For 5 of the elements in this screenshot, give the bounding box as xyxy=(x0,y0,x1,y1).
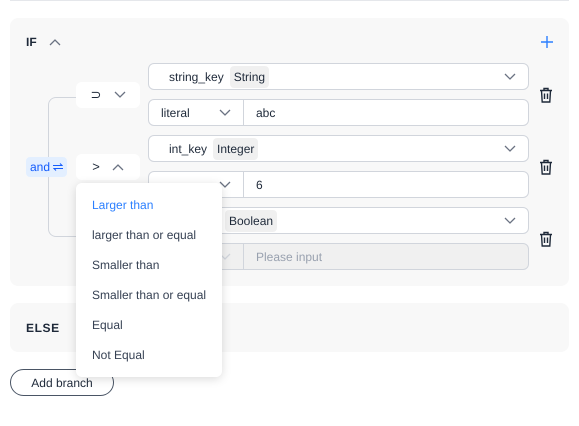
type-tag: String xyxy=(230,66,270,88)
type-tag: Boolean xyxy=(225,210,278,232)
if-title: IF xyxy=(26,34,37,51)
type-tag: Integer xyxy=(213,138,258,160)
else-title: ELSE xyxy=(26,320,60,336)
